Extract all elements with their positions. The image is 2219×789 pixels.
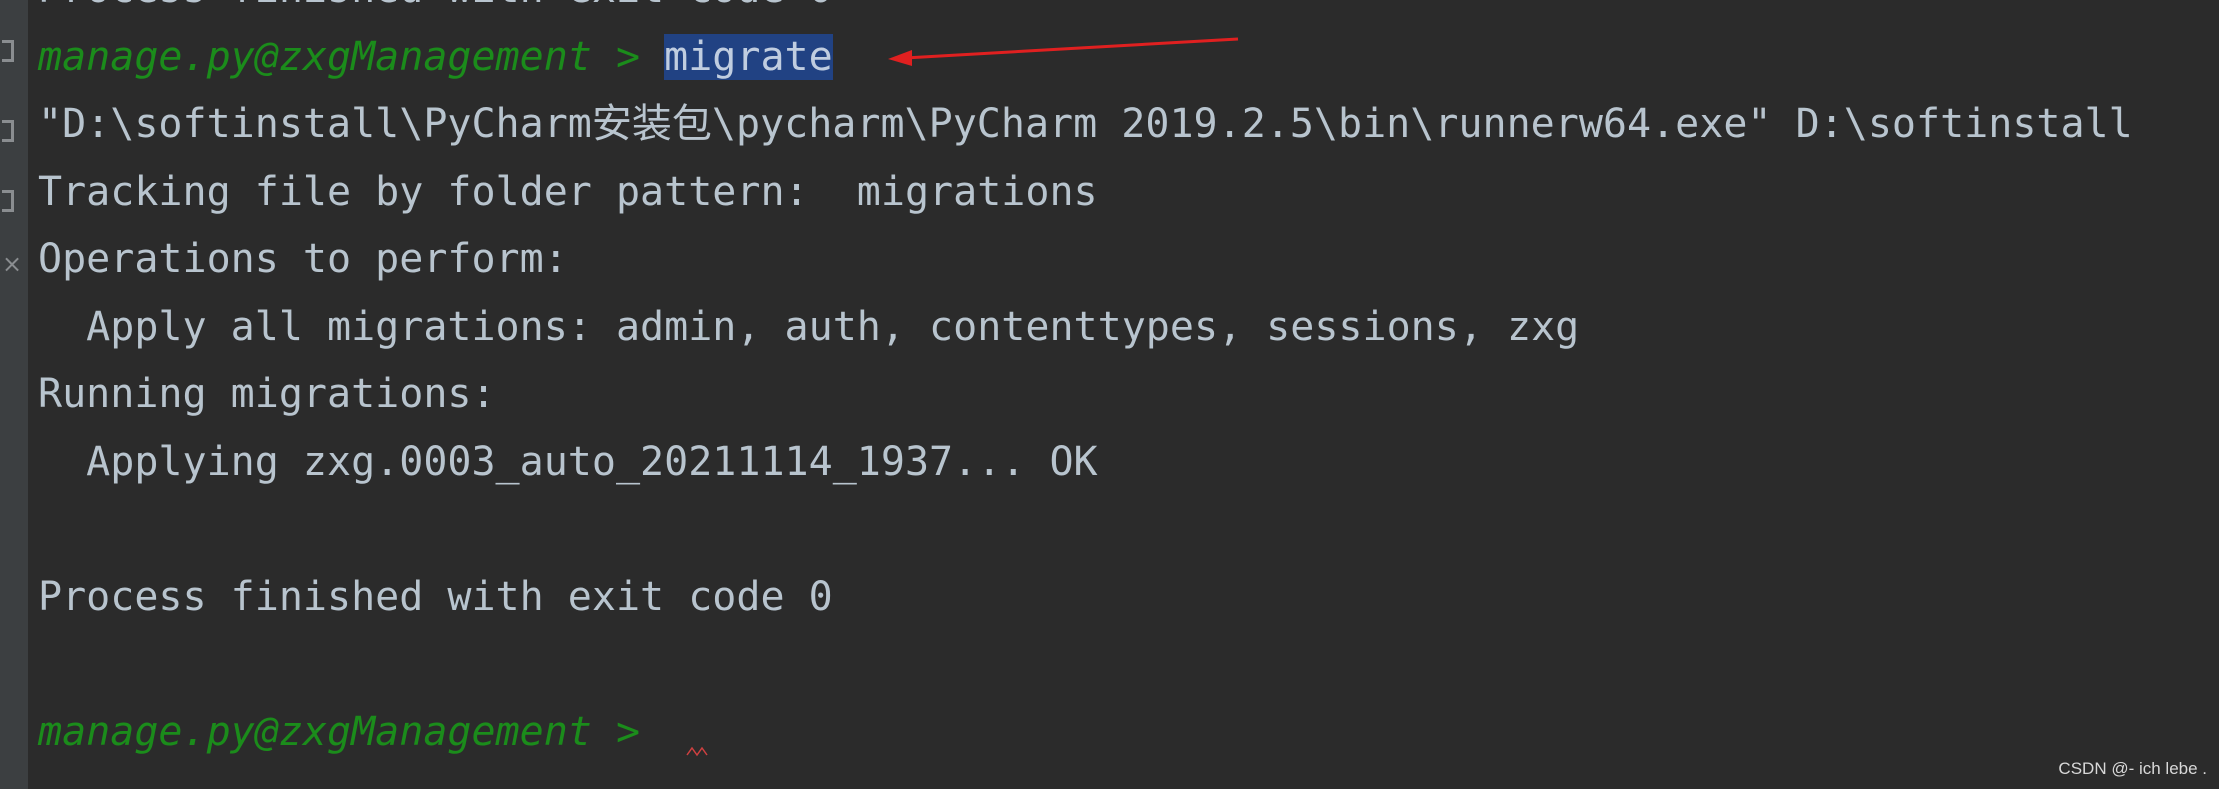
spellcheck-squiggle-icon bbox=[686, 746, 708, 757]
annotation-arrow bbox=[888, 37, 1239, 66]
watermark: CSDN @- ich lebe . bbox=[2058, 759, 2207, 778]
